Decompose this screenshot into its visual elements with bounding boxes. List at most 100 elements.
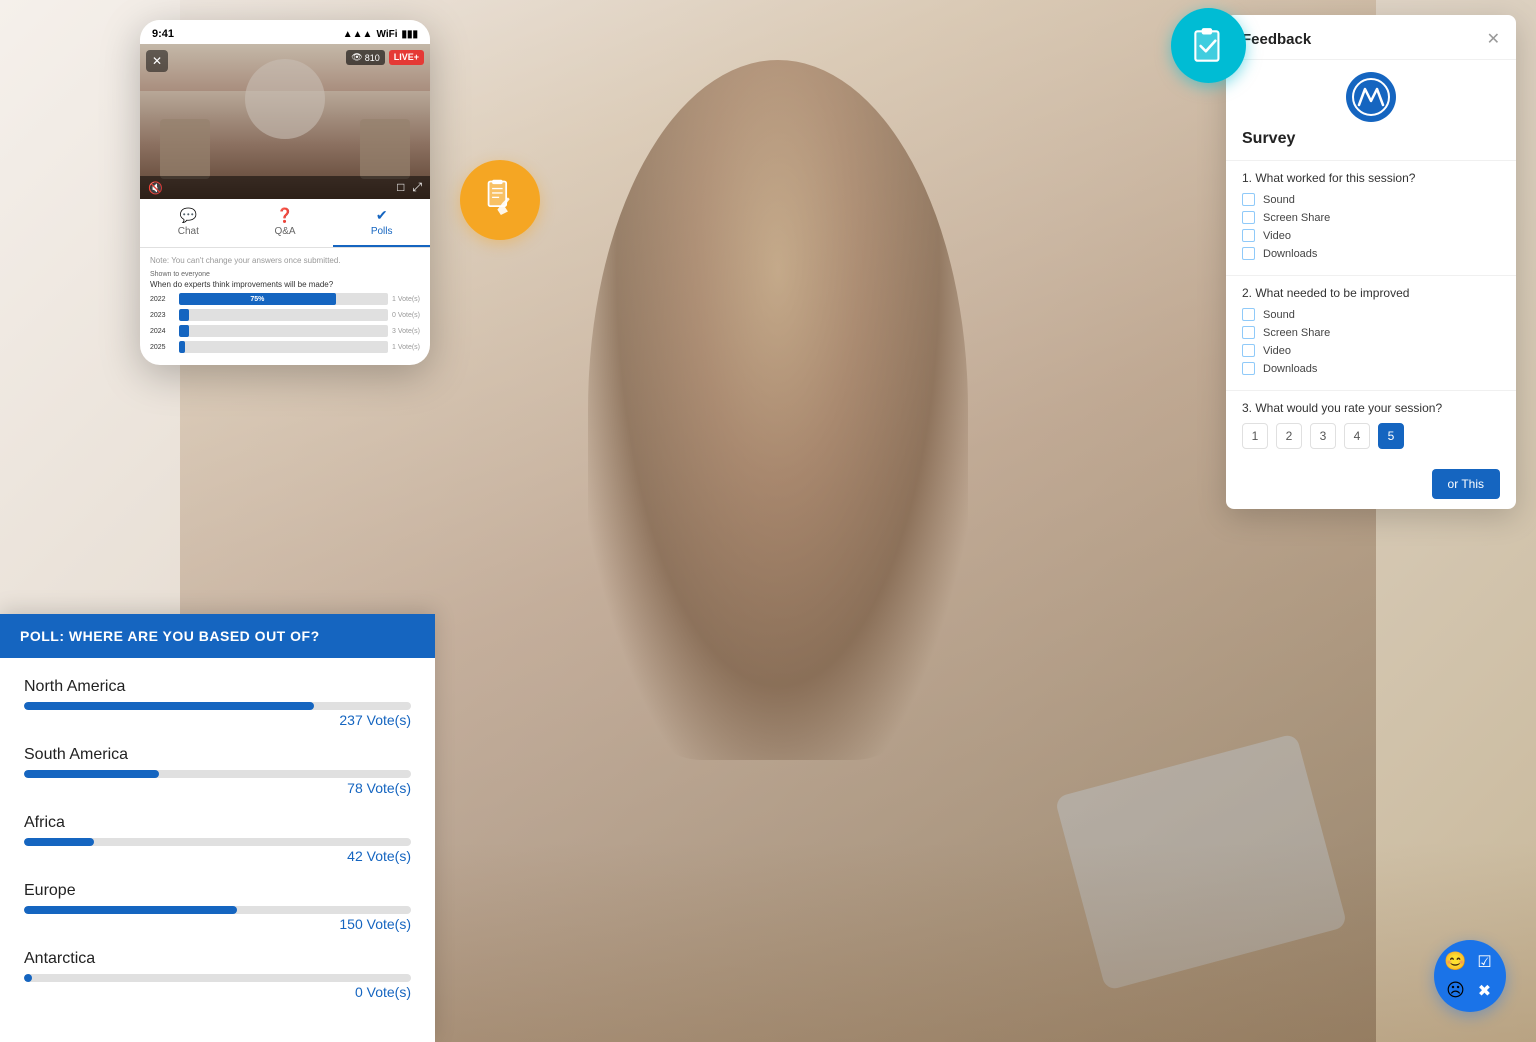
- region-bar-wrap: [24, 906, 411, 914]
- subtitles-icon[interactable]: □: [397, 180, 404, 195]
- checkbox-downloads-2[interactable]: [1242, 362, 1255, 375]
- clipboard-check-icon: [1171, 8, 1246, 83]
- phone-poll-bar-2023: 2023 0 Vote(s): [150, 309, 420, 321]
- tab-polls[interactable]: ✔ Polls: [333, 199, 430, 247]
- qa-icon: ❓: [276, 207, 293, 224]
- region-bar-wrap: [24, 702, 411, 710]
- option-label: Sound: [1263, 194, 1295, 206]
- option-sound-1[interactable]: Sound: [1242, 193, 1500, 206]
- checkbox-sound-1[interactable]: [1242, 193, 1255, 206]
- smiley-icon: 😊: [1444, 951, 1466, 972]
- poll-region-south-america: South America 78 Vote(s): [24, 746, 411, 796]
- poll-bar-wrap: [179, 325, 388, 337]
- checkbox-screenshare-2[interactable]: [1242, 326, 1255, 339]
- poll-bar-wrap: [179, 341, 388, 353]
- wifi-icon: WiFi: [376, 29, 397, 40]
- region-vote-count: 0 Vote(s): [24, 984, 411, 1000]
- poll-year-label: 2025: [150, 344, 175, 351]
- video-controls: 🔇 □ ⤢: [140, 176, 430, 199]
- poll-region-europe: Europe 150 Vote(s): [24, 882, 411, 932]
- region-name: Europe: [24, 882, 411, 900]
- chat-icon: 💬: [180, 207, 197, 224]
- polls-icon: ✔: [376, 207, 388, 224]
- checkbox-sound-2[interactable]: [1242, 308, 1255, 321]
- poll-bar-fill: 75%: [179, 293, 336, 305]
- poll-year-label: 2022: [150, 296, 175, 303]
- checkbox-screenshare-1[interactable]: [1242, 211, 1255, 224]
- submit-button[interactable]: or This: [1432, 469, 1500, 499]
- phone-tabs: 💬 Chat ❓ Q&A ✔ Polls: [140, 199, 430, 248]
- feedback-title: Feedback: [1242, 31, 1311, 48]
- rating-5[interactable]: 5: [1378, 423, 1404, 449]
- question-2-text: 2. What needed to be improved: [1242, 286, 1500, 300]
- region-name: South America: [24, 746, 411, 764]
- phone-video-area: ✕ 👁 810 LIVE+ 🔇 □ ⤢: [140, 44, 430, 199]
- survey-question-3: 3. What would you rate your session? 1 2…: [1226, 390, 1516, 459]
- region-bar-fill: [24, 770, 159, 778]
- question-3-text: 3. What would you rate your session?: [1242, 401, 1500, 415]
- checkbox-video-2[interactable]: [1242, 344, 1255, 357]
- x-icon: ✖: [1478, 981, 1491, 1001]
- option-downloads-1[interactable]: Downloads: [1242, 247, 1500, 260]
- checkbox-downloads-1[interactable]: [1242, 247, 1255, 260]
- poll-panel-body: North America 237 Vote(s) South America …: [0, 658, 435, 1042]
- phone-mockup: 9:41 ▲▲▲ WiFi ▮▮▮ ✕ 👁 810 LIVE+ 🔇: [140, 20, 430, 365]
- region-vote-count: 150 Vote(s): [24, 916, 411, 932]
- region-bar-wrap: [24, 770, 411, 778]
- phone-time: 9:41: [152, 28, 174, 40]
- phone-poll-bar-2022: 2022 75% 1 Vote(s): [150, 293, 420, 305]
- option-screenshare-2[interactable]: Screen Share: [1242, 326, 1500, 339]
- question-1-text: 1. What worked for this session?: [1242, 171, 1500, 185]
- region-name: Africa: [24, 814, 411, 832]
- survey-click-icon: [460, 160, 540, 240]
- phone-poll-question: When do experts think improvements will …: [150, 280, 420, 289]
- rating-4[interactable]: 4: [1344, 423, 1370, 449]
- mute-icon[interactable]: 🔇: [148, 181, 163, 195]
- option-screenshare-1[interactable]: Screen Share: [1242, 211, 1500, 224]
- poll-region-antarctica: Antarctica 0 Vote(s): [24, 950, 411, 1000]
- survey-question-1: 1. What worked for this session? Sound S…: [1226, 160, 1516, 275]
- live-badge: LIVE+: [389, 50, 424, 65]
- feedback-logo: [1226, 60, 1516, 130]
- survey-question-2: 2. What needed to be improved Sound Scre…: [1226, 275, 1516, 390]
- poll-region-africa: Africa 42 Vote(s): [24, 814, 411, 864]
- checkbox-video-1[interactable]: [1242, 229, 1255, 242]
- phone-status-bar: 9:41 ▲▲▲ WiFi ▮▮▮: [140, 20, 430, 44]
- survey-title: Survey: [1226, 130, 1516, 160]
- option-label: Screen Share: [1263, 212, 1330, 224]
- option-downloads-2[interactable]: Downloads: [1242, 362, 1500, 375]
- poll-bar-fill: [179, 309, 189, 321]
- option-video-2[interactable]: Video: [1242, 344, 1500, 357]
- checkmark-icon: ☑: [1477, 952, 1491, 972]
- poll-region-north-america: North America 237 Vote(s): [24, 678, 411, 728]
- option-sound-2[interactable]: Sound: [1242, 308, 1500, 321]
- region-name: Antarctica: [24, 950, 411, 968]
- option-label: Sound: [1263, 309, 1295, 321]
- poll-bar-wrap: 75%: [179, 293, 388, 305]
- feedback-panel: Feedback ✕ Survey 1. What worked for thi…: [1226, 15, 1516, 509]
- phone-poll-bar-2025: 2025 1 Vote(s): [150, 341, 420, 353]
- tab-chat[interactable]: 💬 Chat: [140, 199, 237, 247]
- option-label: Video: [1263, 345, 1291, 357]
- rating-1[interactable]: 1: [1242, 423, 1268, 449]
- video-badges: 👁 810 LIVE+: [346, 50, 424, 65]
- region-bar-fill: [24, 974, 32, 982]
- tab-qa[interactable]: ❓ Q&A: [237, 199, 334, 247]
- rating-row: 1 2 3 4 5: [1242, 423, 1500, 449]
- region-bar-fill: [24, 838, 94, 846]
- option-label: Downloads: [1263, 363, 1317, 375]
- region-name: North America: [24, 678, 411, 696]
- feedback-close-button[interactable]: ✕: [1487, 29, 1500, 49]
- poll-shown-label: Shown to everyone: [150, 271, 420, 278]
- fullscreen-icon[interactable]: ⤢: [412, 180, 422, 195]
- poll-panel: POLL: WHERE ARE YOU BASED OUT OF? North …: [0, 614, 435, 1042]
- rating-3[interactable]: 3: [1310, 423, 1336, 449]
- poll-panel-header: POLL: WHERE ARE YOU BASED OUT OF?: [0, 614, 435, 658]
- poll-bar-fill: [179, 325, 189, 337]
- video-close-button[interactable]: ✕: [146, 50, 168, 72]
- option-label: Downloads: [1263, 248, 1317, 260]
- option-video-1[interactable]: Video: [1242, 229, 1500, 242]
- rating-2[interactable]: 2: [1276, 423, 1302, 449]
- poll-bar-wrap: [179, 309, 388, 321]
- view-count-badge: 👁 810: [346, 50, 384, 65]
